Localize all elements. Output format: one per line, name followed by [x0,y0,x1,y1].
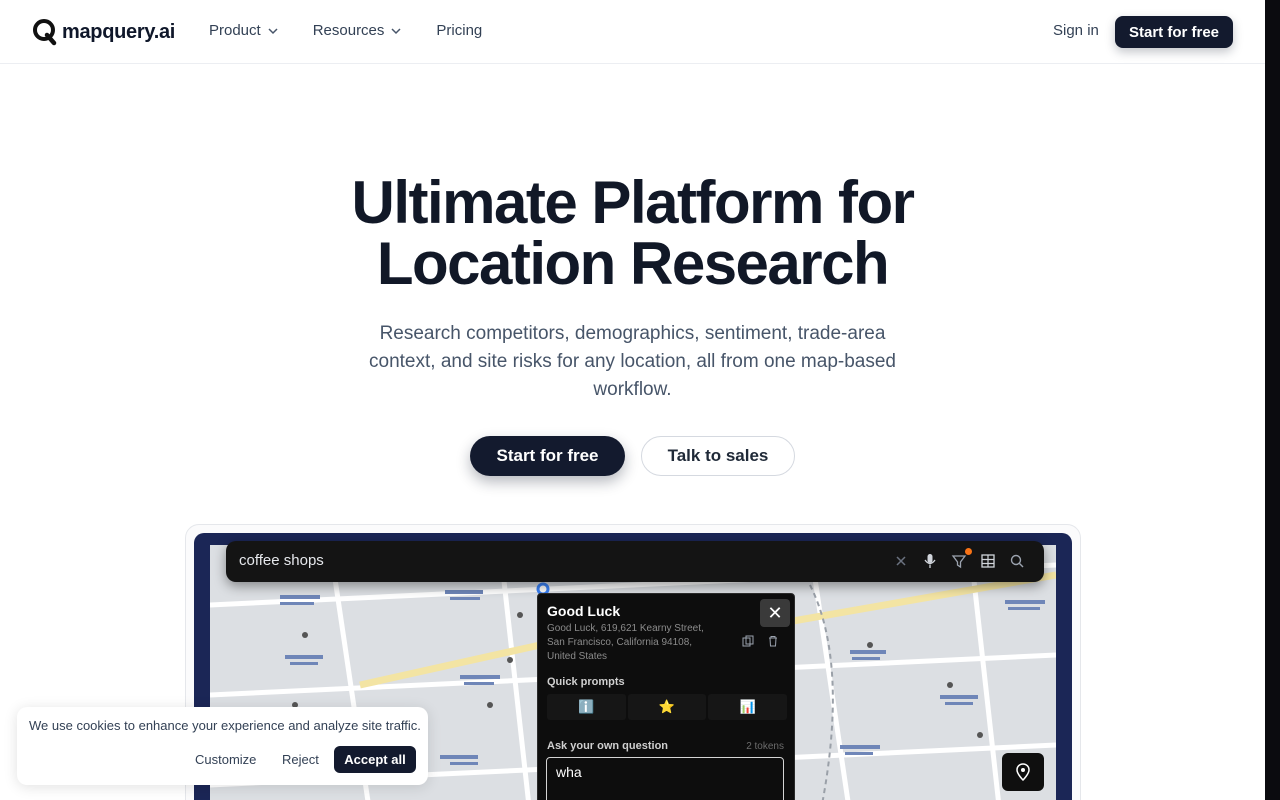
nav-product[interactable]: Product [209,22,279,39]
map-search-input[interactable]: coffee shops [239,552,324,569]
filter-icon[interactable] [951,553,967,569]
nav-resources-label: Resources [312,22,385,39]
table-icon[interactable] [980,553,996,569]
quick-prompt-chart[interactable]: 📊 [708,694,788,720]
place-title: Good Luck [547,603,621,619]
main-nav: Product Resources Pricing [209,22,482,39]
nav-pricing-label: Pricing [436,22,483,39]
close-popup-button[interactable]: ✕ [760,599,790,627]
hero-title-line-2: Location Research [376,230,890,297]
copy-icon[interactable] [742,635,754,647]
cookie-reject-button[interactable]: Reject [282,746,319,773]
map-pin-icon [1016,763,1030,781]
hero-title-line-1: Ultimate Platform for [351,169,915,236]
logo-icon [33,19,57,46]
place-popup: Good Luck Good Luck, 619,621 Kearny Stre… [537,593,795,800]
cookie-message: We use cookies to enhance your experienc… [29,718,421,733]
talk-to-sales-button[interactable]: Talk to sales [641,436,795,476]
quick-prompts-label: Quick prompts [547,676,625,688]
clear-icon[interactable] [893,553,909,569]
map-search-bar[interactable]: coffee shops [226,541,1044,582]
nav-product-label: Product [209,22,261,39]
cookie-accept-button[interactable]: Accept all [334,746,416,773]
tokens-count: 2 tokens [746,741,784,752]
nav-pricing[interactable]: Pricing [436,22,482,39]
site-header: mapquery.ai Product Resources Pricing Si… [0,0,1265,64]
chevron-down-icon [391,27,401,34]
ask-question-label: Ask your own question [547,740,669,752]
quick-prompt-star[interactable]: ⭐ [627,694,707,720]
microphone-icon[interactable] [922,553,938,569]
brand-logo[interactable]: mapquery.ai [32,16,175,48]
ask-question-input[interactable]: wha [546,757,784,800]
cookie-banner: We use cookies to enhance your experienc… [17,707,428,785]
nav-resources[interactable]: Resources [313,22,403,39]
quick-prompt-info[interactable]: ℹ️ [547,694,626,720]
sign-in-link[interactable]: Sign in [1053,22,1099,39]
window-edge [1265,0,1280,800]
place-address: Good Luck, 619,621 Kearny Street, San Fr… [547,623,704,662]
hero-subtitle: Research competitors, demographics, sent… [369,323,896,400]
locate-button[interactable] [1002,753,1044,791]
start-free-button[interactable]: Start for free [470,436,625,476]
hero-title: Ultimate Platform for Location Research [0,172,1265,294]
filter-badge [965,548,972,555]
chevron-down-icon [268,27,278,34]
search-icon[interactable] [1009,553,1025,569]
quick-prompts-row: ℹ️ ⭐ 📊 [547,694,788,720]
header-start-free-button[interactable]: Start for free [1115,16,1233,48]
trash-icon[interactable] [767,635,779,647]
brand-name: mapquery.ai [62,20,176,43]
hero-cta-row: Start for free Talk to sales [470,436,795,476]
cookie-customize-button[interactable]: Customize [195,746,256,773]
